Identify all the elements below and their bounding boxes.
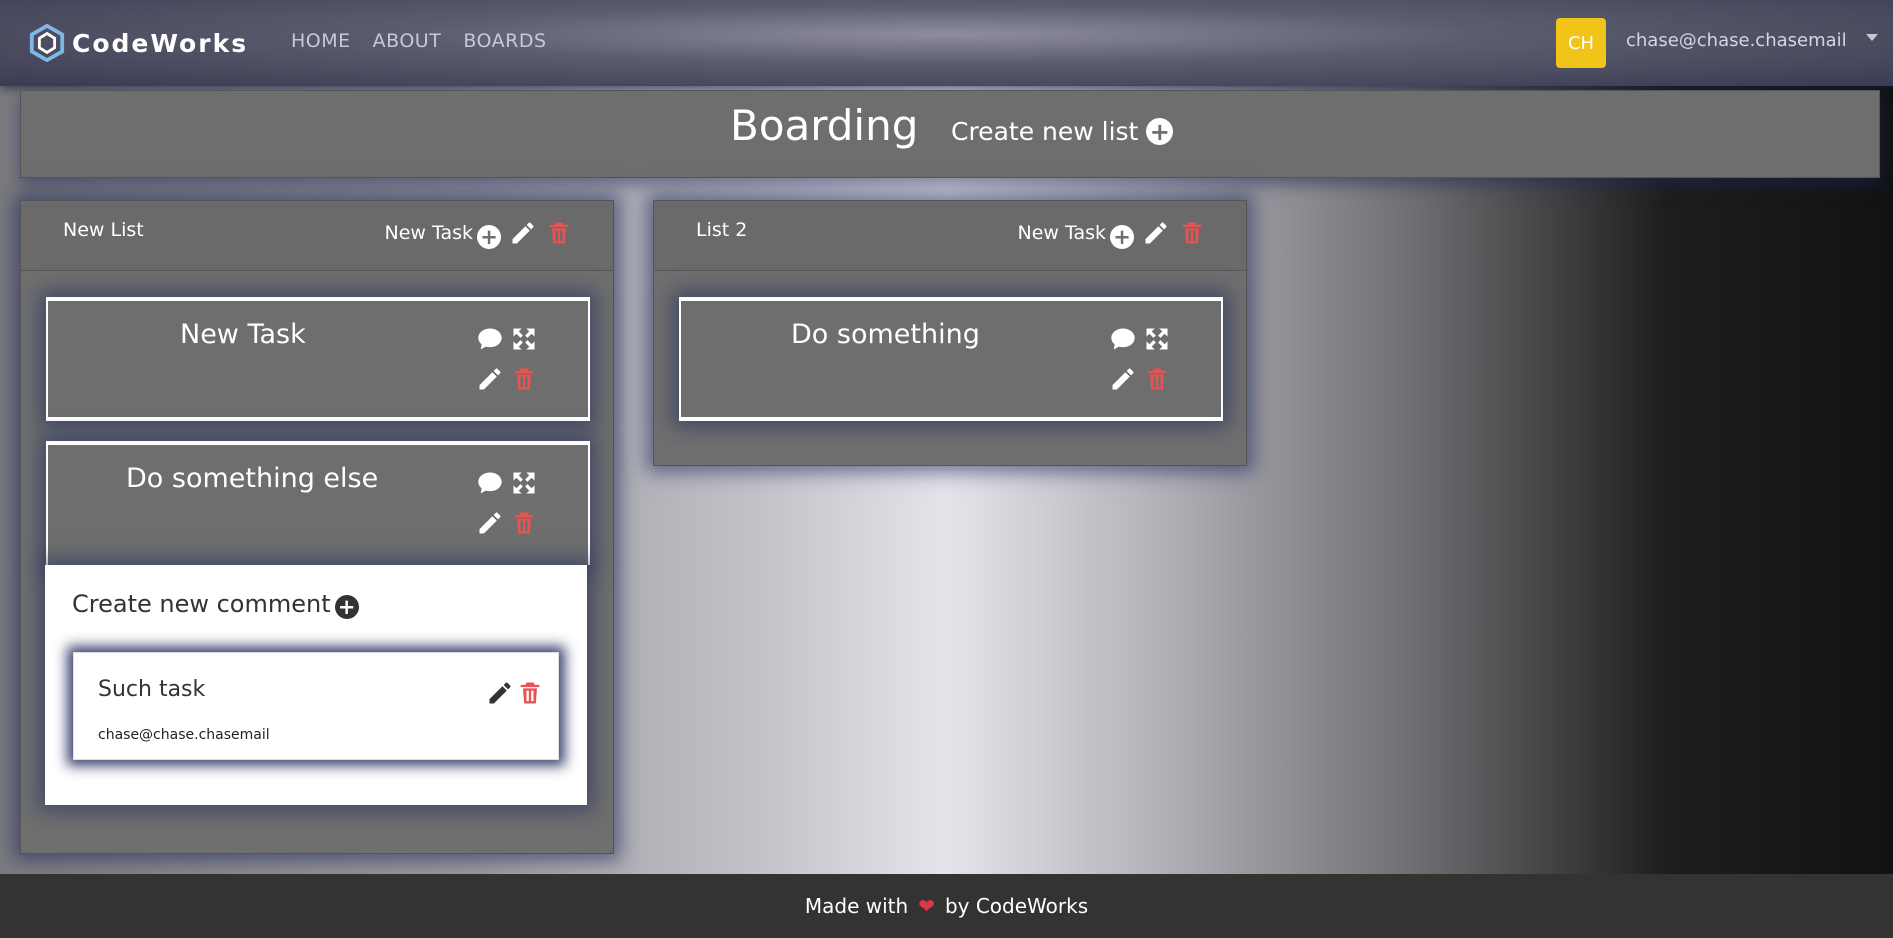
trash-icon[interactable] — [510, 365, 538, 393]
list-header: New List New Task + — [21, 201, 613, 271]
plus-circle-icon[interactable]: + — [1110, 225, 1134, 249]
chevron-down-icon[interactable] — [1866, 34, 1878, 41]
board-header: Boarding Create new list + — [20, 90, 1880, 178]
nav-links: HOME ABOUT BOARDS — [291, 30, 547, 52]
nav-home-link[interactable]: HOME — [291, 30, 351, 52]
list-card: List 2 New Task + Do something — [653, 200, 1247, 466]
new-task-button[interactable]: New Task + — [1017, 217, 1134, 249]
task-actions — [476, 469, 544, 537]
task-card[interactable]: Do something — [679, 297, 1223, 421]
list-actions: New Task + — [385, 217, 574, 249]
task-actions — [1109, 325, 1177, 393]
trash-icon[interactable] — [1178, 219, 1206, 247]
page-title: Boarding — [730, 101, 919, 150]
create-comment-button[interactable]: Create new comment + — [72, 589, 359, 619]
comment-text: Such task — [98, 677, 206, 702]
new-task-label: New Task — [384, 222, 474, 244]
footer-prefix: Made with — [804, 894, 909, 918]
comment-icon[interactable] — [476, 469, 504, 497]
new-task-label: New Task — [1017, 222, 1107, 244]
pencil-icon[interactable] — [1109, 365, 1137, 393]
user-email[interactable]: chase@chase.chasemail — [1626, 30, 1847, 51]
trash-icon[interactable] — [545, 219, 573, 247]
trash-icon[interactable] — [516, 679, 544, 707]
avatar[interactable]: CH — [1556, 18, 1606, 68]
task-title: New Task — [180, 319, 306, 350]
comment-card: Such task chase@chase.chasemail — [73, 652, 559, 760]
brand-name: CodeWorks — [72, 28, 249, 58]
task-actions — [476, 325, 544, 393]
footer-suffix: by CodeWorks — [944, 894, 1089, 918]
heart-icon: ❤ — [918, 894, 935, 918]
cube-logo-icon — [28, 24, 66, 62]
nav-boards-link[interactable]: BOARDS — [463, 30, 546, 52]
plus-circle-icon[interactable]: + — [477, 225, 501, 249]
plus-circle-icon[interactable]: + — [334, 595, 359, 619]
comment-icon[interactable] — [1109, 325, 1137, 353]
expand-icon[interactable] — [510, 325, 538, 353]
pencil-icon[interactable] — [486, 679, 514, 707]
new-task-button[interactable]: New Task + — [384, 217, 501, 249]
comment-author: chase@chase.chasemail — [98, 727, 270, 743]
create-list-button[interactable]: Create new list + — [951, 117, 1174, 146]
list-header: List 2 New Task + — [654, 201, 1246, 271]
task-title: Do something else — [126, 463, 379, 494]
trash-icon[interactable] — [510, 509, 538, 537]
nav-about-link[interactable]: ABOUT — [373, 30, 442, 52]
trash-icon[interactable] — [1143, 365, 1171, 393]
plus-circle-icon[interactable]: + — [1146, 118, 1174, 145]
task-title: Do something — [791, 319, 980, 350]
list-title: List 2 — [696, 219, 748, 241]
list-title: New List — [63, 219, 144, 241]
expand-icon[interactable] — [510, 469, 538, 497]
comments-panel: Create new comment + Such task chase@cha… — [45, 565, 587, 805]
create-list-label: Create new list — [951, 117, 1139, 146]
navbar: CodeWorks HOME ABOUT BOARDS CH chase@cha… — [0, 0, 1893, 86]
brand-logo[interactable]: CodeWorks — [28, 24, 248, 62]
list-actions: New Task + — [1018, 217, 1207, 249]
pencil-icon[interactable] — [1142, 219, 1170, 247]
comment-icon[interactable] — [476, 325, 504, 353]
footer: Made with ❤ by CodeWorks — [0, 874, 1893, 938]
pencil-icon[interactable] — [476, 509, 504, 537]
expand-icon[interactable] — [1143, 325, 1171, 353]
comment-actions — [486, 679, 544, 707]
create-comment-label: Create new comment — [72, 590, 331, 618]
task-card[interactable]: New Task — [46, 297, 590, 421]
task-card[interactable]: Do something else — [46, 441, 590, 565]
pencil-icon[interactable] — [476, 365, 504, 393]
pencil-icon[interactable] — [509, 219, 537, 247]
